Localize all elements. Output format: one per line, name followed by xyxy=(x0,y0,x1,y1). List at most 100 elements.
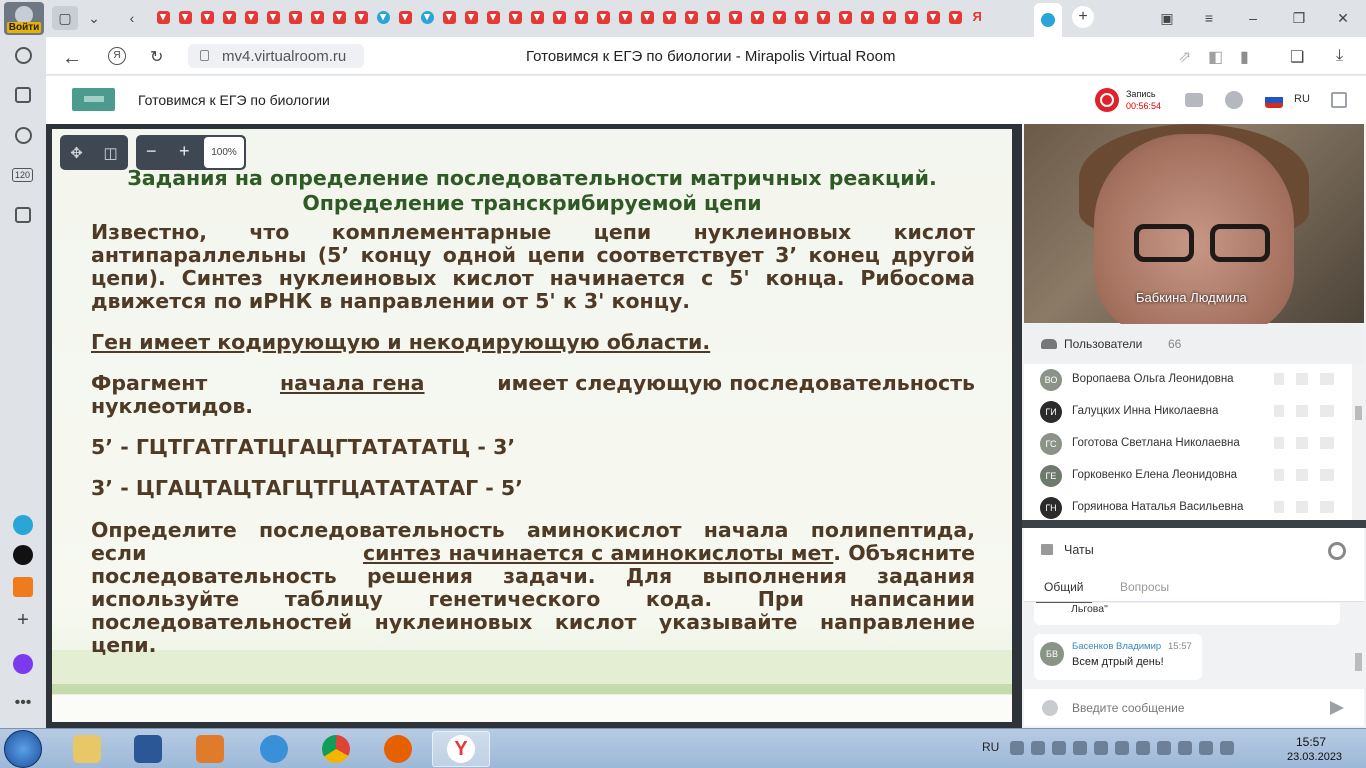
move-icon[interactable]: ✥ xyxy=(70,144,83,162)
browser-tab[interactable] xyxy=(726,8,744,26)
browser-tab[interactable] xyxy=(484,8,502,26)
network-icon[interactable] xyxy=(1031,741,1045,755)
scroll-thumb[interactable] xyxy=(1355,653,1362,671)
close-icon[interactable]: ✕ xyxy=(1334,6,1352,30)
tab-general[interactable]: Общий xyxy=(1036,580,1092,604)
flag-icon[interactable] xyxy=(1265,92,1283,108)
browser-tab[interactable] xyxy=(528,8,546,26)
zoom-out-button[interactable]: − xyxy=(146,141,157,162)
list-item[interactable]: ГИ Галуцких Инна Николаевна xyxy=(1024,396,1350,428)
history-icon[interactable] xyxy=(13,45,33,65)
user-controls[interactable] xyxy=(1274,469,1334,481)
back-icon[interactable]: ← xyxy=(62,47,82,70)
browser-tab[interactable] xyxy=(946,8,964,26)
keyboard-layout[interactable]: RU xyxy=(982,740,999,754)
reload-icon[interactable]: ↻ xyxy=(150,47,163,67)
browser-tab[interactable] xyxy=(352,8,370,26)
zoom-level[interactable]: 100% xyxy=(204,137,244,168)
add-panel-icon[interactable]: + xyxy=(13,609,33,631)
menu-icon[interactable]: ≡ xyxy=(1200,6,1218,30)
browser-tab[interactable] xyxy=(176,8,194,26)
browser-tab[interactable] xyxy=(330,8,348,26)
browser-tab[interactable] xyxy=(242,8,260,26)
message-input[interactable]: Введите сообщение xyxy=(1072,701,1185,715)
browser-tab[interactable] xyxy=(660,8,678,26)
browser-tab[interactable] xyxy=(462,8,480,26)
download-icon[interactable]: ⤓ xyxy=(1336,47,1343,65)
alice-station-icon[interactable] xyxy=(13,545,33,565)
user-controls[interactable] xyxy=(1274,405,1334,417)
chat-scrollbar[interactable] xyxy=(1352,603,1364,687)
browser-tab[interactable] xyxy=(792,8,810,26)
restore-icon[interactable]: ❐ xyxy=(1290,6,1308,30)
record-icon[interactable] xyxy=(1095,88,1119,112)
browser-tab[interactable] xyxy=(440,8,458,26)
yandex-icon[interactable]: Я xyxy=(108,47,126,65)
browser-tab[interactable] xyxy=(198,8,216,26)
browser-tab[interactable] xyxy=(748,8,766,26)
zoom-in-button[interactable]: + xyxy=(179,141,190,162)
list-item[interactable]: ГС Гоготова Светлана Николаевна xyxy=(1024,428,1350,460)
notes-icon[interactable] xyxy=(13,85,33,105)
explorer-app[interactable] xyxy=(58,731,116,767)
users-header[interactable]: Пользователи 66 xyxy=(1024,324,1364,364)
minimize-icon[interactable]: – xyxy=(1244,6,1262,30)
browser-tab[interactable] xyxy=(902,8,920,26)
reader-icon[interactable]: ◧ xyxy=(1208,47,1223,67)
browser-tab[interactable] xyxy=(814,8,832,26)
user-controls[interactable] xyxy=(1274,373,1334,385)
firefox-app[interactable] xyxy=(369,731,427,767)
browser-tab[interactable] xyxy=(572,8,590,26)
word-app[interactable] xyxy=(119,731,177,767)
browser-tab[interactable] xyxy=(924,8,942,26)
browser-tab[interactable] xyxy=(374,8,392,26)
tab-questions[interactable]: Вопросы xyxy=(1120,580,1169,594)
new-tab-icon[interactable]: + xyxy=(1072,6,1094,28)
send-icon[interactable] xyxy=(1330,701,1344,715)
folder-icon[interactable] xyxy=(1185,93,1203,107)
media-player-app[interactable] xyxy=(181,731,239,767)
browser-tab[interactable] xyxy=(858,8,876,26)
tray-icon[interactable] xyxy=(1115,741,1129,755)
browser-tab[interactable] xyxy=(154,8,172,26)
messenger-icon[interactable] xyxy=(13,515,33,535)
share-icon[interactable]: ⇗ xyxy=(1178,47,1191,67)
tray-icon[interactable] xyxy=(1073,741,1087,755)
internet-explorer-app[interactable] xyxy=(245,731,303,767)
browser-tab[interactable] xyxy=(704,8,722,26)
volume-icon[interactable] xyxy=(1178,741,1192,755)
browser-tab[interactable] xyxy=(418,8,436,26)
user-controls[interactable] xyxy=(1274,501,1334,513)
browser-tab[interactable] xyxy=(264,8,282,26)
clock-time[interactable]: 15:57 xyxy=(1296,735,1326,749)
bookmark-icon[interactable]: ▮ xyxy=(1240,47,1249,67)
counter-badge[interactable]: 120 xyxy=(12,168,34,182)
list-item[interactable]: ВО Воропаева Ольга Леонидовна xyxy=(1024,364,1350,396)
browser-tab[interactable] xyxy=(550,8,568,26)
tray-icon[interactable] xyxy=(1010,741,1024,755)
language-label[interactable]: RU xyxy=(1294,93,1310,105)
more-icon[interactable]: ••• xyxy=(13,693,33,713)
browser-tab[interactable] xyxy=(638,8,656,26)
clock-date[interactable]: 23.03.2023 xyxy=(1287,751,1342,763)
tray-icon[interactable] xyxy=(1157,741,1171,755)
tray-icon[interactable] xyxy=(1052,741,1066,755)
info-icon[interactable] xyxy=(1225,91,1243,109)
browser-tab[interactable] xyxy=(770,8,788,26)
tray-icon[interactable] xyxy=(1220,741,1234,755)
users-scrollbar[interactable] xyxy=(1352,364,1364,520)
start-button[interactable] xyxy=(4,730,42,768)
user-controls[interactable] xyxy=(1274,437,1334,449)
chrome-app[interactable] xyxy=(307,731,365,767)
list-item[interactable]: ГЕ Горковенко Елена Леонидовна xyxy=(1024,460,1350,492)
chevron-down-icon[interactable]: ⌄ xyxy=(84,6,104,30)
browser-tab[interactable] xyxy=(880,8,898,26)
browser-tab[interactable] xyxy=(594,8,612,26)
flag-tray-icon[interactable] xyxy=(1199,741,1213,755)
active-browser-tab[interactable] xyxy=(1034,3,1062,37)
mail-icon[interactable] xyxy=(13,577,33,597)
browser-tab[interactable] xyxy=(616,8,634,26)
browser-tab[interactable] xyxy=(220,8,238,26)
tabs-scroll-left-icon[interactable]: ‹ xyxy=(124,6,140,30)
browser-tab[interactable] xyxy=(836,8,854,26)
